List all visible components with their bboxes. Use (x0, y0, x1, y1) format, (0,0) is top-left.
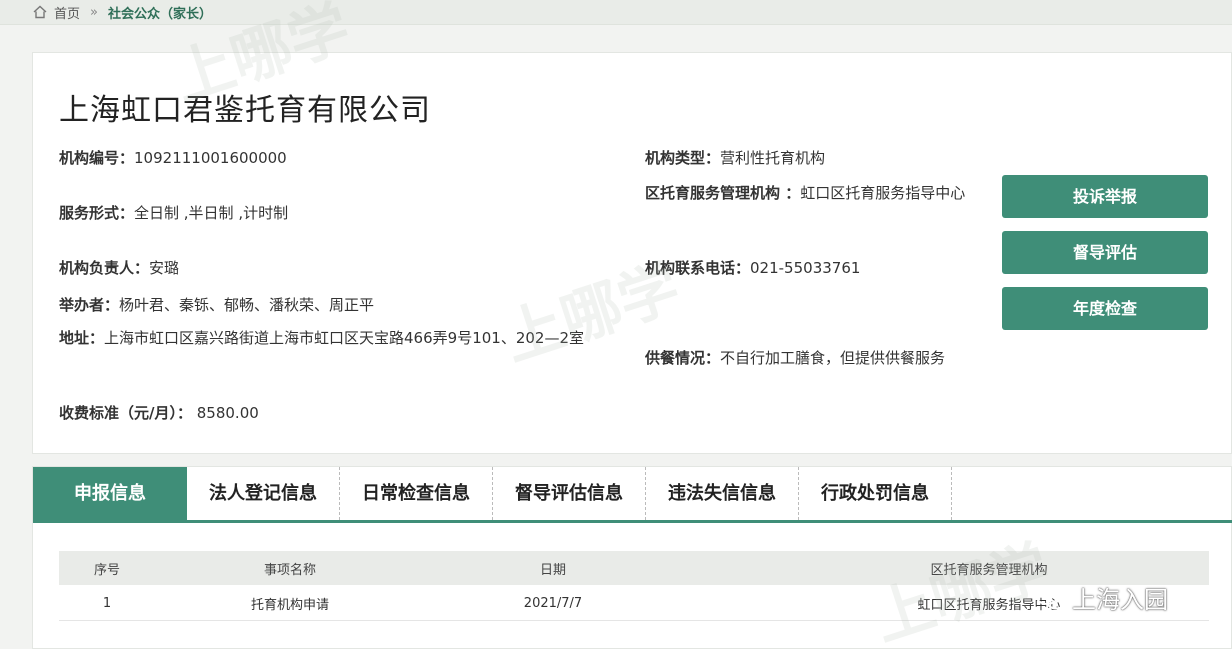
table-cell: 托育机构申请 (250, 598, 329, 613)
tab-declaration[interactable]: 申报信息 (33, 467, 187, 520)
field-value: 021-55033761 (750, 259, 861, 277)
field-district-admin: 区托育服务管理机构 ：虹口区托育服务指导中心 (645, 175, 990, 211)
page-title: 上海虹口君鉴托育有限公司 (59, 93, 431, 128)
field-code: 机构编号：1092111001600000 (59, 147, 287, 168)
field-phone: 机构联系电话：021-55033761 (645, 257, 860, 278)
home-icon[interactable] (32, 4, 48, 20)
tab-daily-inspection[interactable]: 日常检查信息 (340, 467, 493, 520)
breadcrumb-current[interactable]: 社会公众（家长） (108, 3, 212, 22)
field-label: 机构类型： (645, 149, 721, 167)
field-service-form: 服务形式：全日制 ,半日制 ,计时制 (59, 202, 288, 223)
field-value: 不自行加工膳食，但提供供餐服务 (720, 349, 946, 367)
field-address: 地址：上海市虹口区嘉兴路街道上海市虹口区天宝路466弄9号101、202—2室 (59, 320, 644, 356)
annual-check-button[interactable]: 年度检查 (1002, 287, 1208, 330)
breadcrumb-home-link[interactable]: 首页 (54, 3, 80, 22)
field-label: 收费标准（元/月）： (59, 404, 192, 422)
tab-bar: 申报信息 法人登记信息 日常检查信息 督导评估信息 违法失信信息 行政处罚信息 (33, 467, 1232, 523)
field-label: 地址： (59, 329, 105, 347)
table-cell: 2021/7/7 (523, 596, 583, 611)
wechat-account-name: 上海入园 (1072, 586, 1168, 614)
field-value: 营利性托育机构 (720, 149, 826, 167)
field-value: 虹口区托育服务指导中心 (800, 184, 966, 202)
breadcrumb-separator: » (90, 4, 98, 20)
column-header: 区托育服务管理机构 (930, 562, 1048, 578)
field-value: 8580.00 (191, 404, 259, 422)
field-type: 机构类型：营利性托育机构 (645, 147, 825, 168)
wechat-icon (1035, 584, 1066, 609)
field-label: 供餐情况： (645, 349, 721, 367)
info-tabs-panel: 申报信息 法人登记信息 日常检查信息 督导评估信息 违法失信信息 行政处罚信息 … (32, 466, 1232, 649)
field-fee: 收费标准（元/月）： 8580.00 (59, 402, 259, 423)
field-value: 杨叶君、秦铄、郁畅、潘秋荣、周正平 (119, 296, 375, 314)
field-value: 上海市虹口区嘉兴路街道上海市虹口区天宝路466弄9号101、202—2室 (104, 329, 584, 347)
field-catering: 供餐情况：不自行加工膳食，但提供供餐服务 (645, 347, 945, 368)
field-label: 机构编号： (59, 149, 135, 167)
wechat-watermark: 上海入园 (1034, 580, 1168, 615)
tab-legal-registration[interactable]: 法人登记信息 (187, 467, 340, 520)
field-value: 1092111001600000 (134, 149, 287, 167)
institution-card: 上海虹口君鉴托育有限公司 机构编号：1092111001600000 服务形式：… (32, 52, 1232, 454)
column-header: 日期 (539, 562, 566, 578)
field-label: 举办者： (59, 296, 120, 314)
column-header: 序号 (93, 562, 120, 578)
tab-administrative-penalty[interactable]: 行政处罚信息 (799, 467, 952, 520)
field-principal: 机构负责人：安璐 (59, 257, 179, 278)
breadcrumb: 首页 » 社会公众（家长） (0, 0, 1232, 25)
table-cell: 1 (102, 596, 112, 611)
supervision-button[interactable]: 督导评估 (1002, 231, 1208, 274)
complaint-button[interactable]: 投诉举报 (1002, 175, 1208, 218)
field-value: 安璐 (149, 259, 180, 277)
field-label: 区托育服务管理机构 ： (645, 184, 801, 202)
field-label: 机构负责人： (59, 259, 150, 277)
column-header: 事项名称 (263, 562, 316, 578)
field-founders: 举办者：杨叶君、秦铄、郁畅、潘秋荣、周正平 (59, 294, 374, 315)
tab-dishonesty[interactable]: 违法失信信息 (646, 467, 799, 520)
tab-supervision-evaluation[interactable]: 督导评估信息 (493, 467, 646, 520)
field-label: 服务形式： (59, 204, 135, 222)
field-label: 机构联系电话： (645, 259, 751, 277)
field-value: 全日制 ,半日制 ,计时制 (134, 204, 289, 222)
